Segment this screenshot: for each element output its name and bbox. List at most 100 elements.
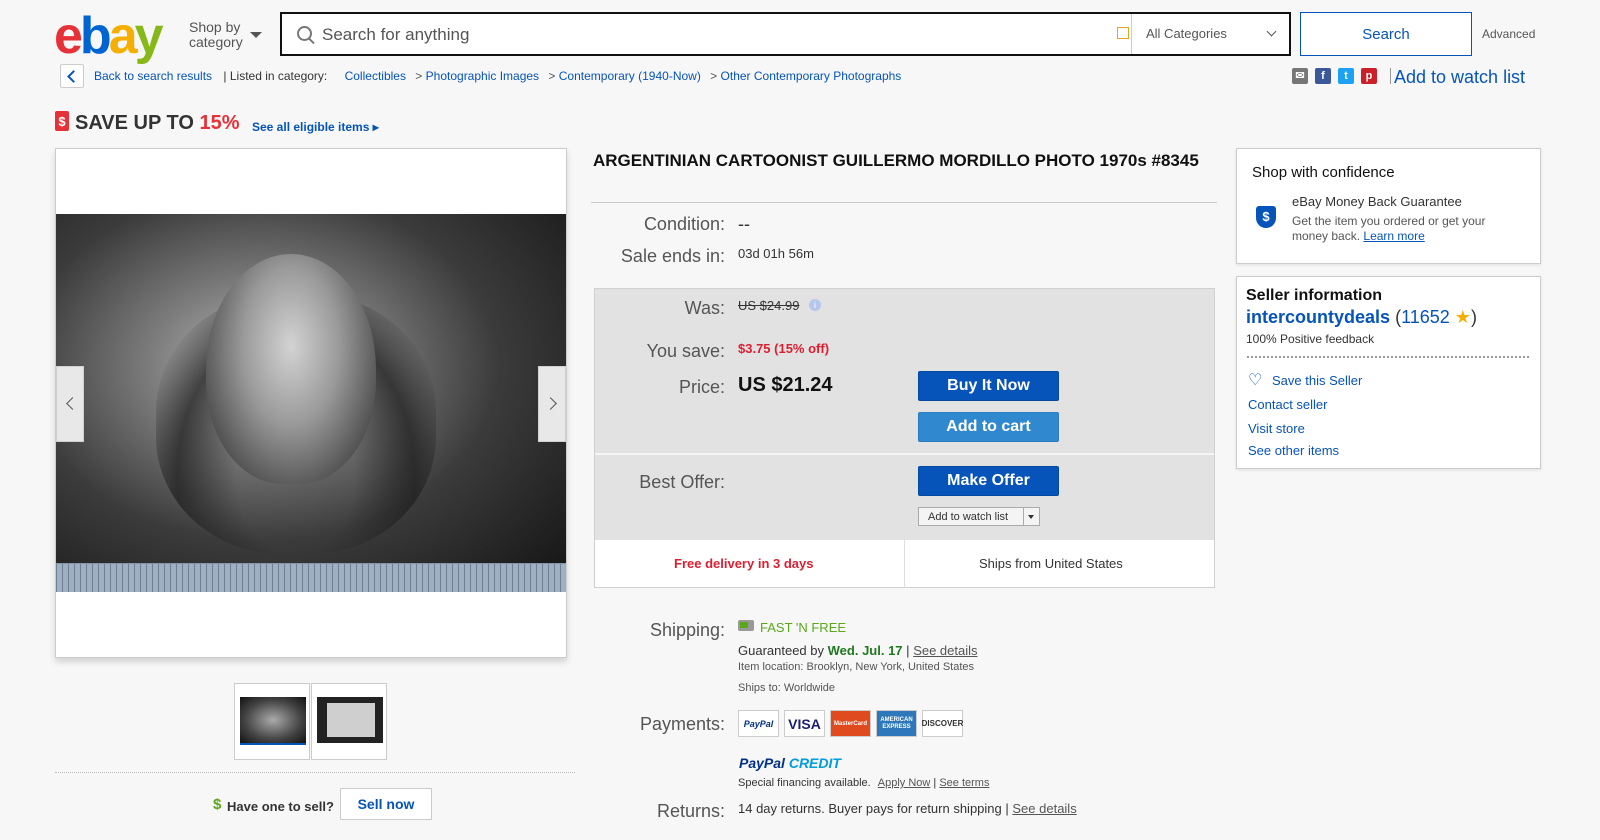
thumbnail-image (317, 697, 383, 743)
price-label: Price: (678, 377, 725, 397)
add-to-watch-list-link[interactable]: Add to watch list (1394, 67, 1525, 88)
facebook-icon[interactable]: f (1315, 68, 1331, 84)
breadcrumb-link-contemporary[interactable]: Contemporary (1940-Now) (559, 69, 701, 83)
thumbnail-image (240, 697, 306, 743)
save-percent: 15% (199, 112, 240, 134)
logo-letter: b (79, 7, 112, 65)
search-button[interactable]: Search (1300, 12, 1472, 56)
free-delivery-text: Free delivery in 3 days (674, 556, 814, 571)
truck-icon (738, 620, 754, 631)
guaranteed-prefix: Guaranteed by (738, 643, 825, 658)
see-terms-link[interactable]: See terms (939, 777, 989, 789)
heart-icon[interactable]: ♡ (1248, 373, 1262, 389)
best-offer-label: Best Offer: (639, 472, 725, 492)
ships-to-label: Ships to: (738, 682, 781, 694)
shop-by-label: Shop by (189, 19, 241, 35)
you-save-label: You save: (646, 341, 725, 361)
save-prefix: SAVE UP TO (75, 112, 194, 134)
see-all-eligible-link[interactable]: See all eligible items ▸ (252, 120, 379, 134)
twitter-icon[interactable]: t (1338, 68, 1354, 84)
next-image-button[interactable] (538, 366, 566, 442)
visa-card-icon: VISA (784, 710, 825, 737)
category-select[interactable]: All Categories (1146, 26, 1227, 41)
ebay-logo[interactable]: ebay (54, 7, 164, 65)
discover-card-icon: DISCOVER (922, 710, 963, 737)
email-icon[interactable]: ✉ (1292, 68, 1308, 84)
ships-to: Ships to: Worldwide (738, 682, 835, 694)
confidence-title: Shop with confidence (1252, 164, 1395, 181)
guaranteed-date: Wed. Jul. 17 (827, 643, 903, 658)
breadcrumb-link-collectibles[interactable]: Collectibles (345, 69, 406, 83)
shipping-label: Shipping: (649, 620, 725, 640)
financing-line: Special financing available. Apply Now |… (738, 777, 989, 789)
was-label: Was: (684, 298, 725, 318)
save-banner: SAVE UP TO 15% (75, 112, 240, 135)
search-input[interactable] (320, 14, 1114, 56)
pinterest-icon[interactable]: p (1361, 68, 1377, 84)
breadcrumb-separator: > (710, 69, 718, 83)
price-value: US $21.24 (738, 374, 833, 396)
make-offer-button[interactable]: Make Offer (918, 466, 1059, 496)
location-label: Item location: (738, 661, 804, 673)
watch-list-label: Add to watch list (928, 511, 1009, 523)
prev-image-button[interactable] (56, 366, 84, 442)
money-back-title: eBay Money Back Guarantee (1292, 194, 1462, 209)
contact-seller-link[interactable]: Contact seller (1248, 397, 1327, 412)
info-icon[interactable]: i (809, 299, 821, 311)
buy-it-now-button[interactable]: Buy It Now (918, 371, 1059, 401)
location-value: Brooklyn, New York, United States (806, 661, 975, 673)
search-icon (297, 26, 312, 41)
ships-to-value: Worldwide (783, 682, 836, 694)
caret-down-icon[interactable] (250, 32, 262, 38)
seller-name-link[interactable]: intercountydeals (1246, 307, 1390, 327)
paypal-credit-a: PayPal (739, 755, 785, 771)
logo-letter: y (134, 7, 164, 65)
sale-ends-value: 03d 01h 56m (738, 246, 814, 261)
dropdown-arrow-icon[interactable] (1023, 508, 1039, 525)
price-tag-icon: $ (55, 111, 69, 131)
shop-by-category-button[interactable]: Shop by category (189, 20, 243, 50)
advanced-search-link[interactable]: Advanced (1482, 27, 1535, 41)
logo-letter: e (54, 7, 83, 65)
feedback-score-link[interactable]: 11652 (1401, 307, 1450, 327)
back-to-results-link[interactable]: Back to search results (94, 69, 212, 83)
item-location: Item location: Brooklyn, New York, Unite… (738, 661, 974, 673)
thumbnail-2[interactable] (311, 683, 387, 760)
category-label: category (189, 34, 243, 50)
see-other-items-link[interactable]: See other items (1248, 443, 1339, 458)
add-to-watch-list-button[interactable]: Add to watch list (918, 507, 1040, 526)
back-arrow-icon[interactable] (60, 64, 84, 88)
mastercard-icon: MasterCard (830, 710, 871, 737)
breadcrumb: Back to search results | Listed in categ… (94, 69, 901, 83)
condition-label: Condition: (643, 214, 725, 234)
breadcrumb-link-other-contemporary[interactable]: Other Contemporary Photographs (721, 69, 902, 83)
have-one-to-sell-label: Have one to sell? (227, 799, 334, 814)
edit-icon[interactable] (1117, 27, 1129, 39)
main-photo[interactable] (56, 214, 566, 592)
breadcrumb-link-photographic-images[interactable]: Photographic Images (426, 69, 539, 83)
seller-name-line: intercountydeals (11652 ★) (1246, 307, 1477, 328)
photo-face (206, 254, 376, 484)
paypal-credit-b: CREDIT (788, 755, 841, 771)
save-seller-link[interactable]: Save this Seller (1272, 373, 1362, 388)
divider (1390, 68, 1391, 84)
returns-see-details-link[interactable]: See details (1012, 801, 1076, 816)
shipping-see-details-link[interactable]: See details (913, 643, 977, 658)
amex-card-icon: AMERICAN EXPRESS (876, 710, 917, 737)
thumbnail-1[interactable] (234, 683, 310, 760)
was-price: US $24.99 (738, 298, 800, 313)
paypal-card-icon: PayPal (738, 710, 779, 737)
divider (904, 540, 905, 587)
you-save-value: $3.75 (15% off) (738, 341, 830, 356)
divider (1131, 14, 1132, 54)
divider (1247, 356, 1529, 358)
separator: | (906, 643, 910, 658)
thumbnail-selected-indicator (240, 743, 306, 745)
fast-n-free-text: FAST 'N FREE (760, 620, 847, 635)
visit-store-link[interactable]: Visit store (1248, 421, 1305, 436)
sell-now-button[interactable]: Sell now (340, 788, 432, 820)
add-to-cart-button[interactable]: Add to cart (918, 412, 1059, 442)
learn-more-link[interactable]: Learn more (1363, 229, 1424, 243)
apply-now-link[interactable]: Apply Now (878, 777, 931, 789)
returns-label: Returns: (656, 801, 725, 821)
